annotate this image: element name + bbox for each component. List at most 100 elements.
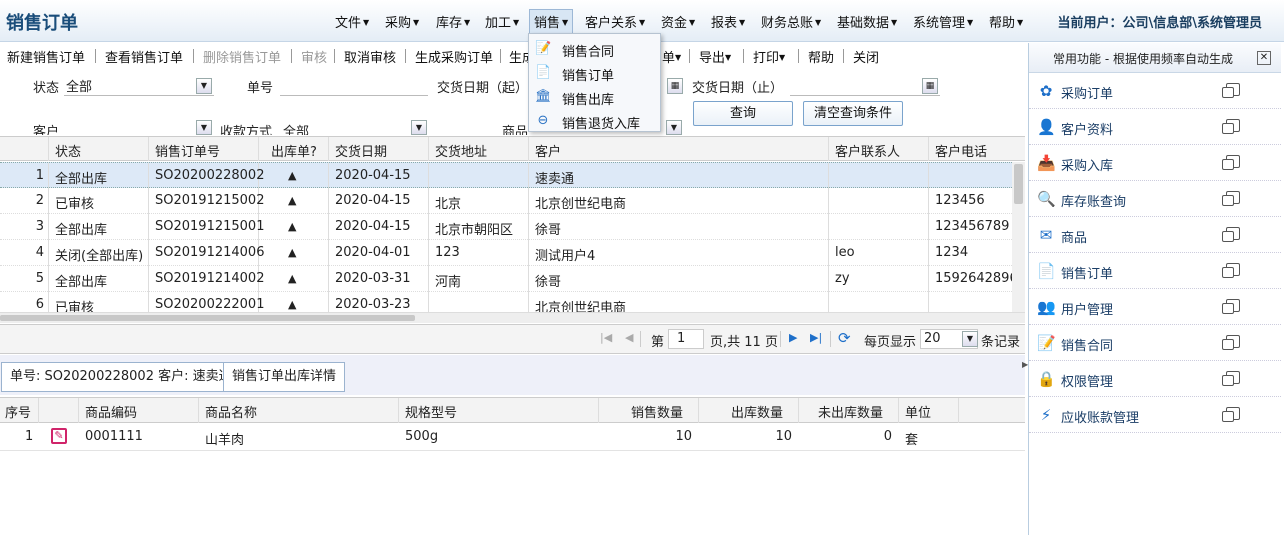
clear-query-button[interactable]: 清空查询条件 (803, 101, 903, 126)
prev-page-icon[interactable]: ◀ (625, 331, 633, 344)
panel-item[interactable]: ⚡ 应收账款管理 (1029, 397, 1281, 433)
approve-button[interactable]: 审核 (301, 47, 327, 66)
panel-item[interactable]: 📄 销售订单 (1029, 253, 1281, 289)
menu-inventory[interactable]: 库存 ▼ (436, 12, 470, 31)
col-delivery-date[interactable]: 交货日期 (335, 141, 387, 160)
col-phone[interactable]: 客户电话 (935, 141, 987, 160)
col-unit[interactable]: 单位 (905, 402, 931, 421)
detail-row[interactable]: 1 ✎ 0001111 山羊肉 500g 10 10 0 套 (0, 424, 1025, 451)
product-label: 商品 (502, 125, 529, 135)
open-window-icon[interactable] (1222, 263, 1240, 278)
calendar-icon[interactable]: ▦ (922, 78, 938, 94)
menu-basedata[interactable]: 基础数据 ▼ (837, 12, 897, 31)
panel-item[interactable]: 👤 客户资料 (1029, 109, 1281, 145)
panel-item[interactable]: 🔍 库存账查询 (1029, 181, 1281, 217)
query-button[interactable]: 查询 (693, 101, 793, 126)
open-window-icon[interactable] (1222, 119, 1240, 134)
table-row[interactable]: 5 全部出库 SO20191214002 ▲ 2020-03-31 河南 徐哥 zy 15926… (0, 266, 1025, 292)
menu-reports[interactable]: 报表 ▼ (711, 12, 745, 31)
menu-processing[interactable]: 加工 ▼ (485, 12, 519, 31)
next-page-icon[interactable]: ▶ (789, 331, 797, 344)
menu-purchase[interactable]: 采购 ▼ (385, 12, 419, 31)
print-button[interactable]: 打印▼ (753, 47, 785, 66)
last-page-icon[interactable]: ▶| (810, 331, 822, 344)
vertical-scrollbar[interactable] (1012, 162, 1025, 312)
table-row[interactable]: 4 关闭(全部出库) SO20191214006 ▲ 2020-04-01 123 测试用户… (0, 240, 1012, 266)
open-window-icon[interactable] (1222, 155, 1240, 170)
row-number: 1 (35, 168, 44, 183)
col-address[interactable]: 交货地址 (435, 141, 487, 160)
menu-file[interactable]: 文件 ▼ (335, 12, 369, 31)
col-outbound[interactable]: 出库单? (271, 141, 317, 160)
table-row[interactable]: 3 全部出库 SO20191215001 ▲ 2020-04-15 北京市朝阳区 徐哥 123… (0, 214, 1012, 240)
date-to-input[interactable] (790, 76, 940, 96)
cancel-approve-button[interactable]: 取消审核 (344, 47, 396, 66)
close-button[interactable]: 关闭 (853, 47, 879, 66)
sales-menu-item[interactable]: ⊖ 销售退货入库 (529, 109, 660, 133)
panel-item[interactable]: 📥 采购入库 (1029, 145, 1281, 181)
col-product-name[interactable]: 商品名称 (205, 402, 257, 421)
table-row[interactable]: 6 已审核 SO20200222001 ▲ 2020-03-23 北京创世纪电商 (0, 292, 1012, 312)
calendar-icon[interactable]: ▦ (667, 78, 683, 94)
col-order-no[interactable]: 销售订单号 (155, 141, 220, 160)
open-window-icon[interactable] (1222, 299, 1240, 314)
menu-system[interactable]: 系统管理 ▼ (913, 12, 973, 31)
new-order-button[interactable]: 新建销售订单 (7, 47, 85, 66)
col-remain-qty[interactable]: 未出库数量 (818, 402, 883, 421)
sales-menu-item[interactable]: 🏛 销售出库 (529, 85, 660, 109)
help-button[interactable]: 帮助 (808, 47, 834, 66)
col-status[interactable]: 状态 (55, 141, 81, 160)
col-out-qty[interactable]: 出库数量 (731, 402, 783, 421)
panel-item[interactable]: ✉ 商品 (1029, 217, 1281, 253)
first-page-icon[interactable]: |◀ (600, 331, 612, 344)
status-select[interactable]: 全部 (64, 76, 214, 96)
panel-item[interactable]: 🔒 权限管理 (1029, 361, 1281, 397)
page-input[interactable]: 1 (668, 329, 704, 349)
delete-order-button[interactable]: 删除销售订单 (203, 47, 281, 66)
chevron-down-icon[interactable]: ▼ (196, 120, 212, 135)
menu-funds[interactable]: 资金 ▼ (661, 12, 695, 31)
chevron-down-icon[interactable]: ▼ (666, 120, 682, 135)
col-product-code[interactable]: 商品编码 (85, 402, 137, 421)
menu-ledger[interactable]: 财务总账 ▼ (761, 12, 821, 31)
open-window-icon[interactable] (1222, 407, 1240, 422)
open-window-icon[interactable] (1222, 83, 1240, 98)
col-spec[interactable]: 规格型号 (405, 402, 457, 421)
panel-item[interactable]: ✿ 采购订单 (1029, 73, 1281, 109)
cell-cust: 测试用户4 (535, 249, 596, 264)
panel-item[interactable]: 👥 用户管理 (1029, 289, 1281, 325)
col-contact[interactable]: 客户联系人 (835, 141, 900, 160)
col-seq[interactable]: 序号 (5, 402, 31, 421)
open-window-icon[interactable] (1222, 191, 1240, 206)
orders-grid-body: 1 全部出库 SO20200228002 ▲ 2020-04-15 速卖通 2 已审核 SO20… (0, 162, 1025, 312)
refresh-icon[interactable]: ⟳ (838, 329, 851, 347)
view-order-button[interactable]: 查看销售订单 (105, 47, 183, 66)
table-row[interactable]: 2 已审核 SO20191215002 ▲ 2020-04-15 北京 北京创世纪电商 123… (0, 188, 1012, 214)
order-no-input[interactable] (280, 76, 428, 96)
chevron-down-icon[interactable]: ▼ (411, 120, 427, 135)
col-sales-qty[interactable]: 销售数量 (631, 402, 683, 421)
menu-help[interactable]: 帮助 ▼ (989, 12, 1023, 31)
menu-crm[interactable]: 客户关系 ▼ (585, 12, 645, 31)
open-window-icon[interactable] (1222, 335, 1240, 350)
chevron-down-icon[interactable]: ▼ (962, 331, 978, 347)
open-window-icon[interactable] (1222, 227, 1240, 242)
col-customer[interactable]: 客户 (535, 141, 561, 160)
horizontal-scrollbar[interactable] (0, 312, 1025, 323)
sales-menu-item[interactable]: 📄 销售订单 (529, 61, 660, 85)
chevron-down-icon[interactable]: ▼ (196, 78, 212, 94)
toolbar-dropdown-button[interactable]: 单▼ (662, 47, 681, 66)
menu-sales[interactable]: 销售 ▼ (529, 9, 574, 34)
sales-menu-item[interactable]: 📝 销售合同 (529, 37, 660, 61)
col-divider (928, 292, 929, 312)
table-row[interactable]: 1 全部出库 SO20200228002 ▲ 2020-04-15 速卖通 (0, 162, 1012, 189)
tab-order-detail[interactable]: 单号: SO20200228002 客户: 速卖通 (1, 362, 241, 392)
export-button[interactable]: 导出▼ (699, 47, 731, 66)
gen-purchase-order-button[interactable]: 生成采购订单 (415, 47, 493, 66)
close-icon[interactable]: ✕ (1257, 51, 1271, 65)
panel-item[interactable]: 📝 销售合同 (1029, 325, 1281, 361)
open-window-icon[interactable] (1222, 371, 1240, 386)
edit-icon[interactable]: ✎ (51, 428, 67, 444)
payment-select[interactable]: 全部 (283, 121, 309, 135)
tab-outbound-detail[interactable]: 销售订单出库详情 (223, 362, 346, 392)
